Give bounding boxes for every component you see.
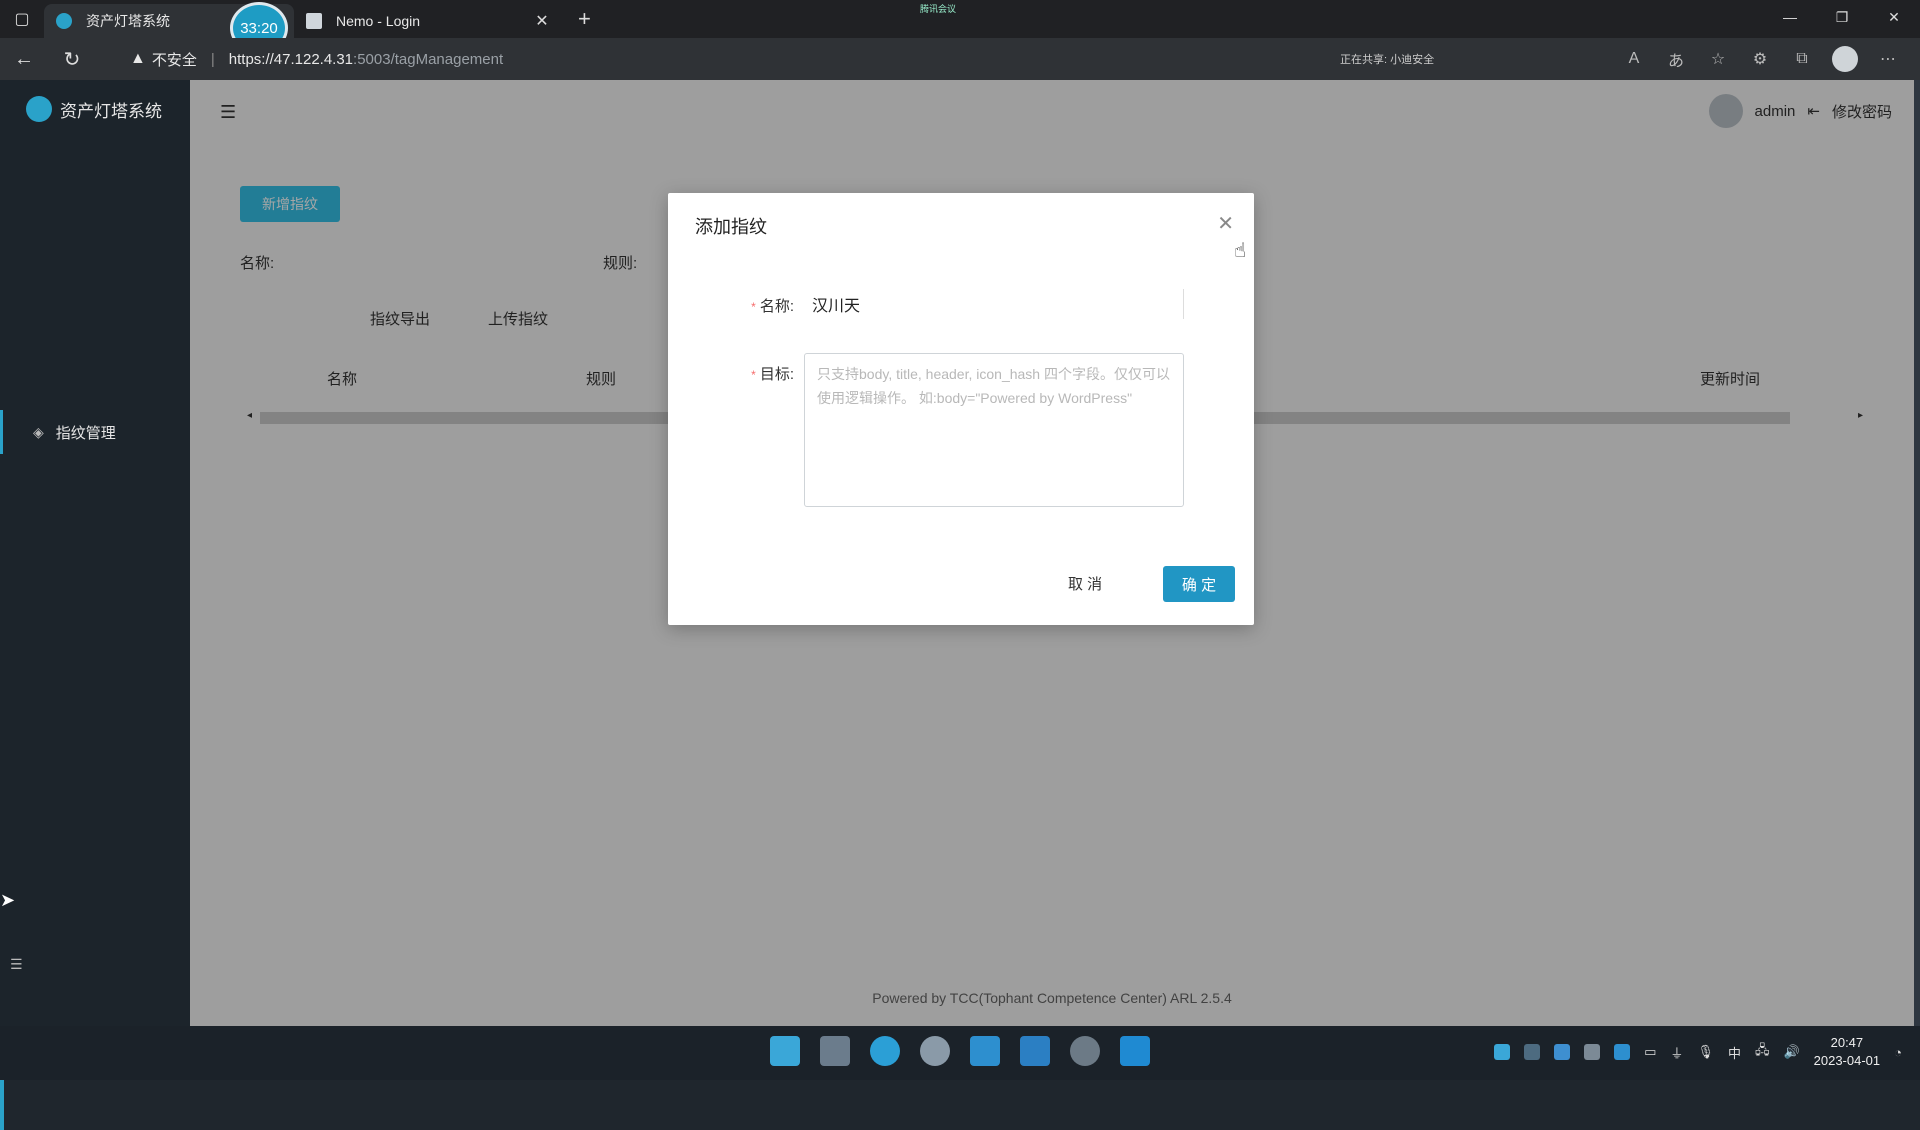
extensions-icon[interactable]: ⚙: [1748, 49, 1772, 69]
clock-time: 20:47: [1830, 1035, 1864, 1050]
app-name: 资产灯塔系统: [60, 101, 162, 121]
warning-icon: ▲: [130, 50, 146, 67]
browser-tab-bar: ▢ 资产灯塔系统 ✕ Nemo - Login ✕ + 腾讯会议 — ❐ ✕: [0, 0, 1920, 38]
clock-date: 2023-04-01: [1813, 1053, 1881, 1068]
read-aloud-icon[interactable]: A: [1622, 50, 1646, 68]
target-label-text: 目标:: [759, 366, 794, 383]
vscode-icon[interactable]: [1120, 1036, 1150, 1066]
tray-shield-icon[interactable]: [1554, 1044, 1571, 1060]
window-controls: — ❐ ✕: [1764, 0, 1920, 34]
list-icon[interactable]: ☰: [10, 956, 23, 973]
meeting-app-icon[interactable]: [1020, 1036, 1050, 1066]
required-mark: *: [751, 300, 756, 314]
close-icon[interactable]: ✕: [532, 11, 552, 31]
site-favicon-icon: [56, 13, 72, 29]
system-tray: ▭ ⏚ 🎙 中 🖧 🔊 20:47 2023-04-01 ◔: [1494, 1034, 1902, 1070]
sharing-status: 正在共享: 小迪安全: [1340, 54, 1435, 66]
tab-actions-icon[interactable]: ▢: [0, 9, 44, 29]
translate-icon[interactable]: あ: [1664, 47, 1688, 71]
tab-nemo-login[interactable]: Nemo - Login ✕: [294, 4, 564, 38]
tray-app-icon[interactable]: [1494, 1044, 1511, 1060]
back-arrow-icon[interactable]: ←: [0, 48, 48, 71]
browser-toolbar: A あ ☆ ⚙ ⧉ ⋯: [1622, 46, 1900, 72]
close-icon[interactable]: ✕: [1217, 211, 1234, 236]
dialog-title: 添加指纹: [695, 217, 767, 237]
favorite-star-icon[interactable]: ☆: [1706, 49, 1730, 69]
page-scrollbar[interactable]: [1914, 80, 1920, 1026]
tray-app-icon[interactable]: [1614, 1044, 1631, 1060]
url-field[interactable]: https://47.122.4.31:5003/tagManagement: [229, 51, 503, 68]
target-textarea[interactable]: [804, 353, 1184, 507]
restore-icon[interactable]: ❐: [1816, 0, 1868, 34]
app-shirt-icon[interactable]: [970, 1036, 1000, 1066]
name-input[interactable]: [804, 289, 1184, 319]
taskbar: ▭ ⏚ 🎙 中 🖧 🔊 20:47 2023-04-01 ◔: [0, 1026, 1920, 1080]
close-window-icon[interactable]: ✕: [1868, 0, 1920, 34]
network-icon[interactable]: 🖧: [1755, 1041, 1770, 1063]
app-sidebar: 资产灯塔系统 ◈ 指纹管理 ☰: [0, 80, 190, 1130]
volume-icon[interactable]: 🔊: [1783, 1044, 1799, 1060]
tray-chat-icon[interactable]: ▭: [1644, 1044, 1656, 1060]
address-bar: ← ↻ ▲ 不安全 | https://47.122.4.31:5003/tag…: [0, 38, 1920, 80]
profile-avatar[interactable]: [1832, 46, 1858, 72]
screen-share-title: 腾讯会议: [920, 4, 957, 14]
steam-icon[interactable]: [1070, 1036, 1100, 1066]
target-label: * 目标:: [714, 363, 794, 384]
chrome-browser-icon[interactable]: [920, 1036, 950, 1066]
security-indicator[interactable]: ▲ 不安全: [130, 49, 197, 70]
minimize-icon[interactable]: —: [1764, 0, 1816, 34]
hand-cursor-icon: ☝: [1234, 240, 1247, 262]
lighthouse-logo-icon: [26, 96, 52, 122]
site-favicon-icon: [306, 13, 322, 29]
sidebar-item-label: 指纹管理: [55, 424, 116, 442]
name-label: * 名称:: [714, 295, 794, 316]
url-host: https://47.122.4.31: [228, 50, 354, 68]
tag-icon: ◈: [33, 423, 44, 440]
required-mark: *: [751, 368, 756, 382]
more-menu-icon[interactable]: ⋯: [1876, 49, 1900, 69]
security-text: 不安全: [151, 51, 197, 69]
clock[interactable]: 20:47 2023-04-01: [1814, 1034, 1881, 1070]
microphone-icon[interactable]: 🎙: [1697, 1044, 1714, 1060]
tray-app-icon[interactable]: [1524, 1044, 1541, 1060]
ime-indicator[interactable]: 中: [1728, 1043, 1741, 1062]
new-tab-icon[interactable]: +: [578, 6, 591, 32]
notification-icon[interactable]: ◔: [1894, 1045, 1902, 1060]
cancel-button[interactable]: 取 消: [1068, 573, 1102, 594]
app-logo: 资产灯塔系统: [0, 80, 190, 122]
edge-browser-icon[interactable]: [870, 1036, 900, 1066]
collections-icon[interactable]: ⧉: [1790, 50, 1814, 68]
mouse-pointer-icon: ➤: [0, 890, 16, 910]
refresh-icon[interactable]: ↻: [48, 47, 96, 72]
start-icon[interactable]: [770, 1036, 800, 1066]
tray-usb-icon[interactable]: ⏚: [1670, 1043, 1683, 1062]
file-explorer-icon[interactable]: [820, 1036, 850, 1066]
sidebar-item-fingerprint[interactable]: ◈ 指纹管理: [0, 410, 190, 454]
tab-title: Nemo - Login: [336, 13, 421, 29]
name-label-text: 名称:: [759, 298, 794, 315]
add-fingerprint-dialog: 添加指纹 ✕ *名称: *目标: 取 消 确 定: [668, 193, 1254, 625]
confirm-button[interactable]: 确 定: [1163, 566, 1235, 602]
divider: |: [210, 50, 215, 68]
taskbar-apps: [770, 1036, 1150, 1066]
tray-app-icon[interactable]: [1584, 1044, 1601, 1060]
url-path: :5003/tagManagement: [353, 50, 504, 68]
